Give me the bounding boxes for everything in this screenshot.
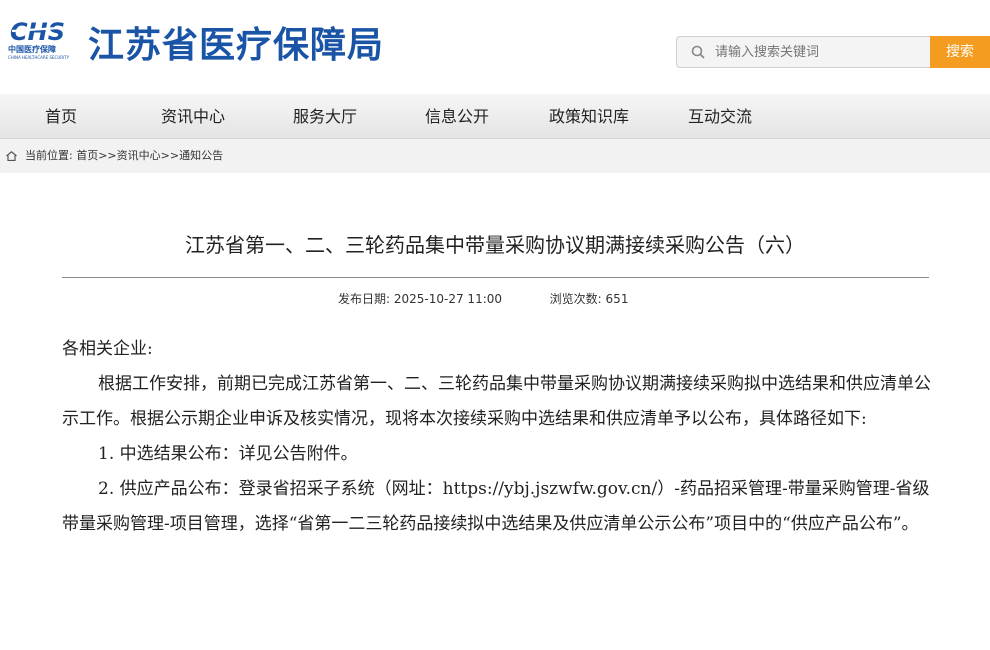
logo-english-text: CHINA HEALTHCARE SECURITY: [8, 55, 70, 60]
breadcrumb-separator: >>: [160, 149, 180, 162]
nav-item-interaction[interactable]: 互动交流: [688, 94, 752, 138]
article-salutation: 各相关企业:: [62, 339, 153, 359]
title-divider: [62, 277, 929, 278]
chs-logo[interactable]: CHS 中国医疗保障 CHINA HEALTHCARE SECURITY: [8, 18, 78, 62]
nav-item-news-center[interactable]: 资讯中心: [161, 94, 225, 138]
view-count-label: 浏览次数:: [549, 292, 602, 306]
article-meta: 发布日期: 2025-10-27 11:00 浏览次数: 651: [338, 290, 628, 307]
view-count-value: 651: [605, 292, 629, 306]
nav-item-service-hall[interactable]: 服务大厅: [293, 94, 357, 138]
publish-date-value: 2025-10-27 11:00: [393, 292, 503, 306]
chs-logo-mark: CHS: [10, 18, 75, 44]
search-box: [676, 36, 930, 68]
breadcrumb-news-center[interactable]: 资讯中心: [117, 149, 161, 162]
breadcrumb-notices[interactable]: 通知公告: [179, 149, 223, 162]
article-body: 各相关企业: 根据工作安排，前期已完成江苏省第一、二、三轮药品集中带量采购协议期…: [62, 332, 934, 542]
article-title: 江苏省第一、二、三轮药品集中带量采购协议期满接续采购公告（六）: [185, 233, 805, 257]
main-nav: 首页 资讯中心 服务大厅 信息公开 政策知识库 互动交流: [0, 94, 990, 139]
article-paragraph: 根据工作安排，前期已完成江苏省第一、二、三轮药品集中带量采购协议期满接续采购拟中…: [62, 374, 931, 429]
breadcrumb-bar: 当前位置: 首页>>资讯中心>>通知公告: [0, 139, 990, 173]
home-icon: [6, 151, 17, 161]
breadcrumb: 当前位置: 首页>>资讯中心>>通知公告: [25, 139, 223, 173]
breadcrumb-separator: >>: [98, 149, 117, 162]
article-list-item: 2. 供应产品公布：登录省招采子系统（网址：https://ybj.jszwfw…: [62, 479, 930, 534]
nav-item-home[interactable]: 首页: [45, 94, 77, 138]
breadcrumb-home[interactable]: 首页: [76, 149, 98, 162]
nav-item-info-disclosure[interactable]: 信息公开: [425, 94, 489, 138]
site-header: CHS 中国医疗保障 CHINA HEALTHCARE SECURITY 江苏省…: [0, 0, 990, 94]
breadcrumb-prefix: 当前位置:: [25, 149, 73, 162]
search-icon: [691, 45, 705, 59]
publish-date-label: 发布日期:: [338, 292, 391, 306]
logo-chinese-text: 中国医疗保障: [8, 45, 56, 54]
search-input[interactable]: [715, 37, 925, 67]
nav-item-policy-library[interactable]: 政策知识库: [549, 94, 629, 138]
site-title[interactable]: 江苏省医疗保障局: [88, 16, 384, 68]
article-list-item: 1. 中选结果公布：详见公告附件。: [98, 444, 358, 464]
search-button[interactable]: 搜索: [930, 36, 990, 68]
